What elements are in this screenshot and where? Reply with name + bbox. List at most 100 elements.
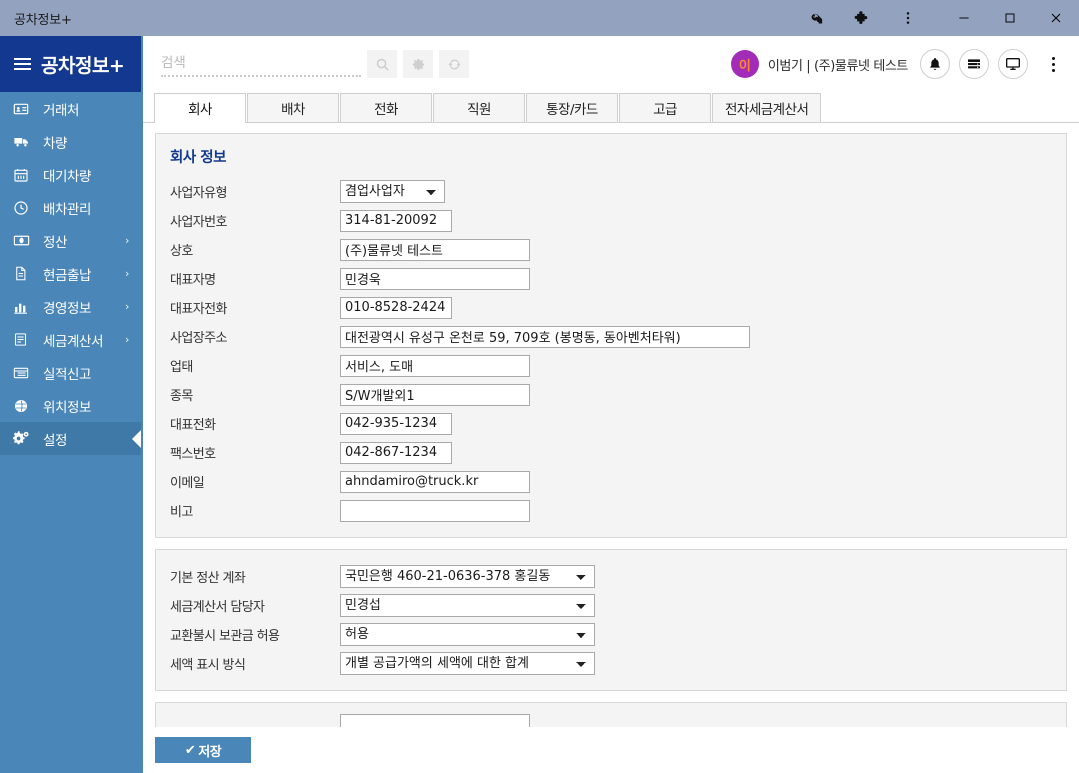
list-icon [13,365,35,381]
business-address-input[interactable] [340,325,750,348]
field-label: 상호 [170,244,193,259]
field-label: 대표자명 [170,273,216,288]
tab-label: 회사 [188,102,212,118]
puzzle-icon[interactable] [839,0,885,36]
key-icon[interactable] [793,0,839,36]
sidebar-item-label: 대기차량 [43,168,92,185]
form-row-대표자명: 대표자명 [156,264,1066,293]
minimize-icon[interactable] [941,0,987,36]
sidebar-item-현금출납[interactable]: 현금출납 › [0,257,141,290]
field-label: 기본 정산 계좌 [170,571,246,586]
panel-title: 회사 정보 [170,150,226,166]
business-item-input[interactable] [340,383,530,406]
field-control [340,499,530,522]
field-control: 허용 [340,623,595,646]
close-icon[interactable] [1033,0,1079,36]
form-row-비고: 비고 [156,496,1066,525]
sidebar-item-label: 경영정보 [43,300,92,317]
form-row-종목: 종목 [156,380,1066,409]
maximize-icon[interactable] [987,0,1033,36]
tab-고급[interactable]: 고급 [619,93,711,122]
chevron-right-icon: › [125,333,129,346]
field-control [340,412,452,435]
sidebar-item-label: 위치정보 [43,399,92,416]
kebab-menu-icon[interactable] [1041,49,1065,79]
sidebar-item-대기차량[interactable]: 대기차량 [0,158,141,191]
form-row-이메일: 이메일 [156,467,1066,496]
truck-icon [13,133,35,150]
brand-header[interactable]: 공차정보+ [0,36,141,92]
sidebar-item-실적신고[interactable]: 실적신고 [0,356,141,389]
search-icon[interactable] [367,50,397,78]
bell-icon[interactable] [920,49,950,79]
chevron-right-icon: › [125,300,129,313]
field-label: 업태 [170,360,193,375]
company-name-input[interactable] [340,238,530,261]
representative-phone-input[interactable] [340,296,452,319]
chart-icon [13,299,35,315]
sidebar-item-경영정보[interactable]: 경영정보 › [0,290,141,323]
form-row-대표전화: 대표전화 [156,409,1066,438]
sidebar-item-설정[interactable]: 설정 [0,422,141,455]
money-icon [13,232,35,249]
globe-icon [13,398,35,414]
field-control [340,238,530,261]
app-shell: 공차정보+ 거래처 차량 대기차량 배차관리 정산 › 현금출납 › 경영정보 … [0,36,1079,773]
business-type-select[interactable]: 겸업사업자 [340,180,445,203]
check-icon: ✔ [184,742,196,758]
save-bar: ✔ 저장 [143,727,1079,773]
settings-panel: 기본 정산 계좌 국민은행 460-21-0636-378 홍길동 세금계산서 … [155,549,1067,691]
form-row-교환불시보관금허용: 교환불시 보관금 허용 허용 [156,620,1066,649]
field-label: 세액 표시 방식 [170,658,246,673]
titlebar-controls [793,0,1079,36]
chevron-right-icon: › [125,234,129,247]
tab-label: 통장/카드 [546,102,598,118]
sidebar-item-거래처[interactable]: 거래처 [0,92,141,125]
search-input[interactable] [161,52,361,77]
brand-title: 공차정보+ [41,54,125,77]
hamburger-icon[interactable] [14,58,31,70]
field-control [340,441,452,464]
server-list-icon[interactable] [959,49,989,79]
tab-직원[interactable]: 직원 [433,93,525,122]
fax-number-input[interactable] [340,441,452,464]
save-button[interactable]: ✔ 저장 [155,737,251,763]
monitor-icon[interactable] [998,49,1028,79]
sidebar-item-위치정보[interactable]: 위치정보 [0,389,141,422]
sidebar-item-차량[interactable]: 차량 [0,125,141,158]
sidebar-item-배차관리[interactable]: 배차관리 [0,191,141,224]
tab-전화[interactable]: 전화 [340,93,432,122]
tab-label: 배차 [281,102,305,118]
form-row-세금계산서담당자: 세금계산서 담당자 민경섭 [156,591,1066,620]
field-control: 개별 공급가액의 세액에 대한 합계 [340,652,595,675]
topbar: 이 이범기 | (주)물류넷 테스트 [143,36,1079,92]
business-category-input[interactable] [340,354,530,377]
search-field-wrapper[interactable] [161,52,361,77]
business-number-input[interactable] [340,209,452,232]
kebab-menu-icon[interactable] [885,0,931,36]
sidebar-item-세금계산서[interactable]: 세금계산서 › [0,323,141,356]
refresh-icon[interactable] [439,50,469,78]
tax-display-method-select[interactable]: 개별 공급가액의 세액에 대한 합계 [340,652,595,675]
tax-invoice-manager-select[interactable]: 민경섭 [340,594,595,617]
tab-전자세금계산서[interactable]: 전자세금계산서 [712,93,822,122]
sidebar-item-label: 설정 [43,432,68,449]
avatar[interactable]: 이 [730,50,759,78]
main-phone-input[interactable] [340,412,452,435]
field-label: 세금계산서 담당자 [170,600,265,615]
tab-배차[interactable]: 배차 [247,93,339,122]
tab-bar: 회사 배차 전화 직원 통장/카드 고급 전자세금계산서 [143,92,1079,123]
default-settlement-account-select[interactable]: 국민은행 460-21-0636-378 홍길동 [340,565,595,588]
gear-icon[interactable] [403,50,433,78]
remarks-input[interactable] [340,499,530,522]
deposit-allow-select[interactable]: 허용 [340,623,595,646]
tab-통장-카드[interactable]: 통장/카드 [526,93,618,122]
sidebar-item-정산[interactable]: 정산 › [0,224,141,257]
tab-회사[interactable]: 회사 [154,93,246,123]
form-row-기본정산계좌: 기본 정산 계좌 국민은행 460-21-0636-378 홍길동 [156,562,1066,591]
email-input[interactable] [340,470,530,493]
representative-name-input[interactable] [340,267,530,290]
form-row-사업자번호: 사업자번호 [156,206,1066,235]
save-button-label: 저장 [198,744,222,760]
content-area: 회사 정보 사업자유형 겸업사업자 사업자번호 상 [143,123,1079,773]
